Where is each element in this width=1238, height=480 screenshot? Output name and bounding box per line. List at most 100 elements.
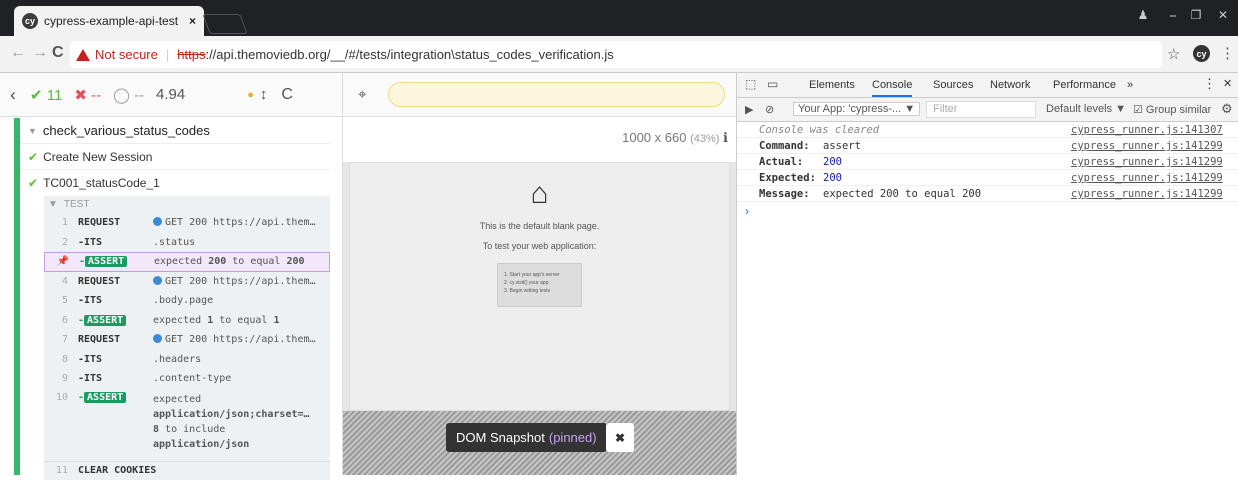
command-message: GET 200 https://api.them…	[165, 217, 316, 228]
context-select[interactable]: Your App: 'cypress-... ▼	[793, 102, 920, 116]
browser-tab[interactable]: cy cypress-example-api-test ×	[14, 6, 204, 36]
source-link[interactable]: cypress_runner.js:141299	[1071, 156, 1223, 168]
assert-badge: ASSERT	[85, 256, 127, 267]
address-bar: ← → C Not secure | https ://api.themovie…	[0, 36, 1238, 73]
source-link[interactable]: cypress_runner.js:141299	[1071, 188, 1223, 200]
section-header[interactable]: ▼ TEST	[44, 196, 330, 213]
log-levels-select[interactable]: Default levels ▼	[1046, 103, 1126, 115]
tab-elements[interactable]: Elements	[809, 79, 855, 91]
viewport-scale: (43%)	[690, 133, 719, 145]
bookmark-star-icon[interactable]: ☆	[1167, 45, 1180, 63]
assert-text: to equal	[213, 315, 273, 326]
command-name: -ITS	[78, 354, 153, 365]
console-label: Actual:	[759, 156, 803, 168]
console-filter-input[interactable]: Filter	[926, 101, 1036, 118]
command-number: 7	[44, 334, 68, 345]
more-tabs-icon[interactable]: »	[1127, 79, 1133, 91]
url-field[interactable]: Not secure | https ://api.themoviedb.org…	[70, 41, 1162, 68]
console-value: 200	[823, 156, 842, 168]
tab-console[interactable]: Console	[872, 79, 912, 97]
request-dot-icon	[153, 217, 162, 226]
status-dot-icon: ●	[247, 89, 254, 101]
snapshot-label: DOM Snapshot	[456, 430, 545, 445]
section-label: TEST	[64, 199, 90, 210]
tab-close-icon[interactable]: ×	[189, 14, 196, 28]
source-link[interactable]: cypress_runner.js:141307	[1071, 124, 1223, 136]
group-similar-checkbox[interactable]: ☑ Group similar	[1133, 103, 1211, 116]
aut-url-field[interactable]	[388, 82, 725, 107]
sort-icon[interactable]: ↕	[260, 86, 268, 103]
console-message: Actual: 200 cypress_runner.js:141299	[737, 154, 1238, 170]
console-label: Expected:	[759, 172, 816, 184]
browser-menu-icon[interactable]: ⋮	[1220, 44, 1235, 62]
command-message: .status	[153, 237, 195, 248]
command-row[interactable]: 9 -ITS .content-type	[44, 369, 330, 389]
console-message: Expected: 200 cypress_runner.js:141299	[737, 170, 1238, 186]
command-row[interactable]: 6 -ASSERT expected 1 to equal 1	[44, 311, 330, 331]
command-row[interactable]: 11 CLEAR COOKIES	[44, 461, 330, 480]
command-row[interactable]: 7 REQUEST GET 200 https://api.them…	[44, 330, 330, 350]
test-title: Create New Session	[43, 150, 152, 164]
console-value: expected 200 to equal 200	[823, 188, 981, 200]
console-prompt-row[interactable]: ›	[737, 202, 1238, 220]
command-row[interactable]: 4 REQUEST GET 200 https://api.them…	[44, 272, 330, 292]
command-name: -ITS	[78, 373, 153, 384]
reload-icon[interactable]: C	[52, 44, 64, 62]
back-to-specs-icon[interactable]: ‹	[0, 85, 26, 105]
tab-sources[interactable]: Sources	[933, 79, 973, 91]
unpin-snapshot-button[interactable]: ✖	[606, 423, 634, 452]
source-link[interactable]: cypress_runner.js:141299	[1071, 140, 1223, 152]
command-name: -ITS	[78, 237, 153, 248]
info-icon[interactable]: ℹ	[723, 130, 728, 145]
command-number: 2	[44, 237, 68, 248]
collapse-icon: ▼	[28, 126, 37, 136]
console-label: Command:	[759, 140, 810, 152]
collapse-icon: ▼	[48, 199, 58, 210]
command-number: 9	[44, 373, 68, 384]
test-row[interactable]: ✔ TC001_statusCode_1	[20, 170, 330, 196]
devtools-close-icon[interactable]: ✕	[1223, 77, 1232, 90]
command-name: REQUEST	[78, 334, 153, 345]
console-label: Message:	[759, 188, 810, 200]
command-row[interactable]: 1 REQUEST GET 200 https://api.them…	[44, 213, 330, 233]
source-link[interactable]: cypress_runner.js:141299	[1071, 172, 1223, 184]
window-close-icon[interactable]: ✕	[1210, 4, 1236, 26]
selector-playground-icon[interactable]: ⌖	[358, 86, 366, 103]
devtools-menu-icon[interactable]: ⋮	[1203, 76, 1216, 92]
test-title: TC001_statusCode_1	[43, 176, 160, 190]
command-row[interactable]: 2 -ITS .status	[44, 233, 330, 253]
command-row[interactable]: 10 -ASSERT expected application/json;cha…	[44, 389, 330, 461]
url-separator: |	[166, 47, 169, 62]
device-toolbar-icon[interactable]: ▭	[767, 77, 778, 91]
tab-network[interactable]: Network	[990, 79, 1030, 91]
rerun-icon[interactable]: C	[281, 86, 293, 104]
assert-value: application/json	[153, 439, 249, 450]
back-icon[interactable]: ←	[10, 44, 26, 62]
console-toolbar: ▶ ⊘ Your App: 'cypress-... ▼ Filter Defa…	[737, 98, 1238, 122]
inspect-element-icon[interactable]: ⬚	[745, 77, 756, 91]
sidebar-toggle-icon[interactable]: ▶	[745, 103, 753, 116]
viewport-size: 1000 x 660	[622, 130, 686, 145]
passed-stat: ✔ 11	[30, 86, 62, 104]
tab-performance[interactable]: Performance	[1053, 79, 1116, 91]
command-row-pinned[interactable]: 📌 -ASSERT expected 200 to equal 200	[44, 252, 330, 272]
test-row[interactable]: ✔ Create New Session	[20, 144, 330, 170]
command-row[interactable]: 8 -ITS .headers	[44, 350, 330, 370]
command-number: 5	[44, 295, 68, 306]
not-secure-label[interactable]: Not secure	[95, 47, 158, 62]
cypress-extension-icon[interactable]: cy	[1193, 45, 1210, 62]
profile-icon[interactable]: ♟	[1130, 4, 1156, 26]
assert-badge: ASSERT	[84, 315, 126, 326]
console-cleared-text: Console was cleared	[759, 124, 879, 136]
suite-title-row[interactable]: ▼ check_various_status_codes	[20, 118, 330, 144]
new-tab-button[interactable]	[202, 14, 247, 34]
aut-header: ⌖	[343, 73, 736, 117]
console-settings-icon[interactable]: ⚙	[1221, 101, 1233, 117]
clear-console-icon[interactable]: ⊘	[765, 103, 774, 116]
maximize-icon[interactable]: ❐	[1183, 4, 1209, 26]
command-message: GET 200 https://api.them…	[165, 334, 316, 345]
command-row[interactable]: 5 -ITS .body.page	[44, 291, 330, 311]
check-icon: ✔	[28, 176, 38, 190]
forward-icon[interactable]: →	[32, 44, 48, 62]
failed-stat: ✖ --	[74, 86, 101, 104]
